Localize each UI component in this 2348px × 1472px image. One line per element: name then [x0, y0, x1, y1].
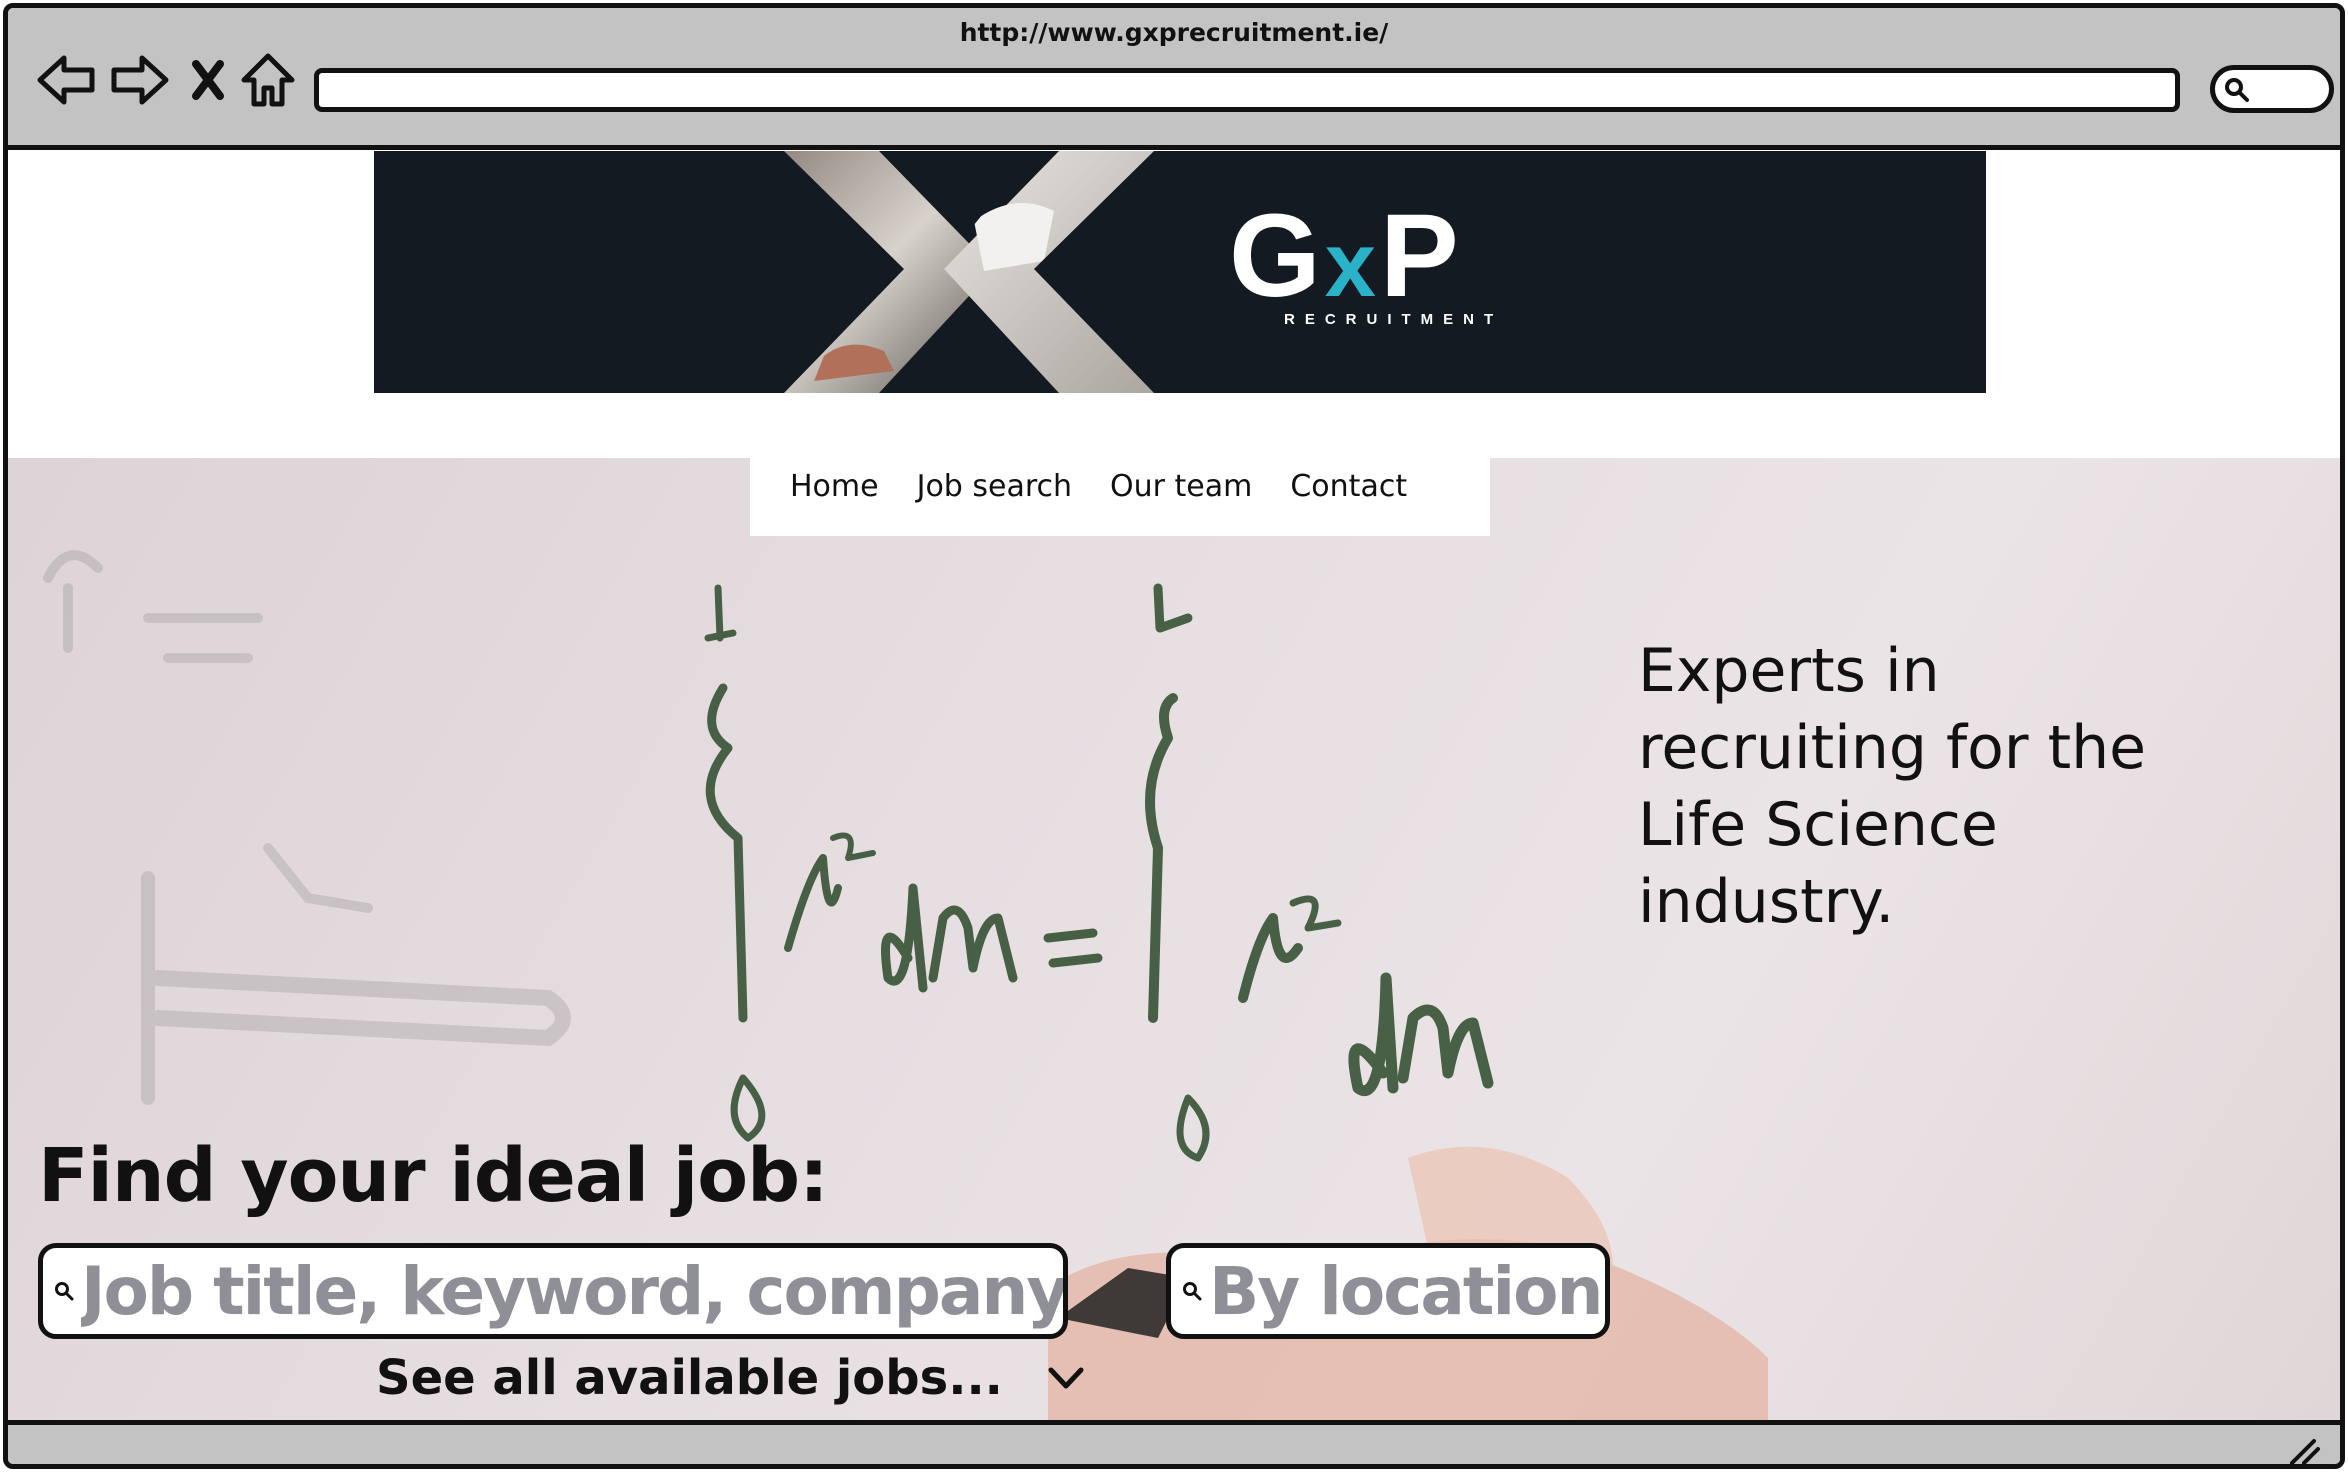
logo-letter-g: G: [1229, 190, 1325, 322]
forward-arrow-icon[interactable]: [108, 48, 172, 112]
back-arrow-icon[interactable]: [34, 48, 98, 112]
location-search-field[interactable]: [1166, 1243, 1610, 1339]
chevron-down-icon: [1048, 1367, 1084, 1389]
search-icon: [1183, 1282, 1202, 1301]
logo-letter-x: x: [1324, 214, 1380, 316]
tagline-line: Experts in: [1638, 636, 1940, 706]
location-search-input[interactable]: [1209, 1248, 1605, 1334]
nav-item-home[interactable]: Home: [790, 469, 879, 504]
search-icon: [2225, 78, 2249, 102]
nav-item-job-search[interactable]: Job search: [917, 469, 1072, 504]
logo-letter-p: P: [1379, 190, 1463, 322]
resize-grip-icon[interactable]: [2286, 1435, 2322, 1467]
url-text: http://www.gxprecruitment.ie/: [959, 18, 1389, 47]
browser-status-bar: [8, 1420, 2340, 1467]
job-search-field[interactable]: [38, 1243, 1068, 1339]
address-bar[interactable]: [314, 68, 2180, 112]
find-job-heading: Find your ideal job:: [38, 1133, 829, 1219]
tagline-line: industry.: [1638, 867, 1895, 937]
logo-tagline: RECRUITMENT: [1284, 311, 1504, 328]
see-all-jobs-link[interactable]: See all available jobs...: [376, 1350, 1085, 1406]
browser-search-field[interactable]: [2210, 65, 2334, 113]
site-banner: GxP RECRUITMENT: [374, 151, 1986, 393]
home-icon[interactable]: [236, 48, 300, 112]
nav-item-contact[interactable]: Contact: [1290, 469, 1407, 504]
tagline-line: recruiting for the: [1638, 713, 2147, 783]
main-navigation: Home Job search Our team Contact: [750, 458, 1490, 536]
job-search-input[interactable]: [81, 1248, 1063, 1334]
browser-window: http://www.gxprecruitment.ie/ GxP RECRUI…: [3, 3, 2345, 1469]
close-icon[interactable]: [186, 48, 230, 112]
tagline-line: Life Science: [1638, 790, 1998, 860]
browser-toolbar: http://www.gxprecruitment.ie/: [8, 8, 2340, 150]
gxp-logo[interactable]: GxP: [1229, 197, 1463, 316]
hero-tagline: Experts in recruiting for the Life Scien…: [1638, 633, 2198, 941]
see-all-jobs-label: See all available jobs...: [376, 1350, 1003, 1406]
nav-item-our-team[interactable]: Our team: [1110, 469, 1252, 504]
search-icon: [55, 1282, 74, 1301]
banner-photo-image: [754, 151, 1184, 393]
